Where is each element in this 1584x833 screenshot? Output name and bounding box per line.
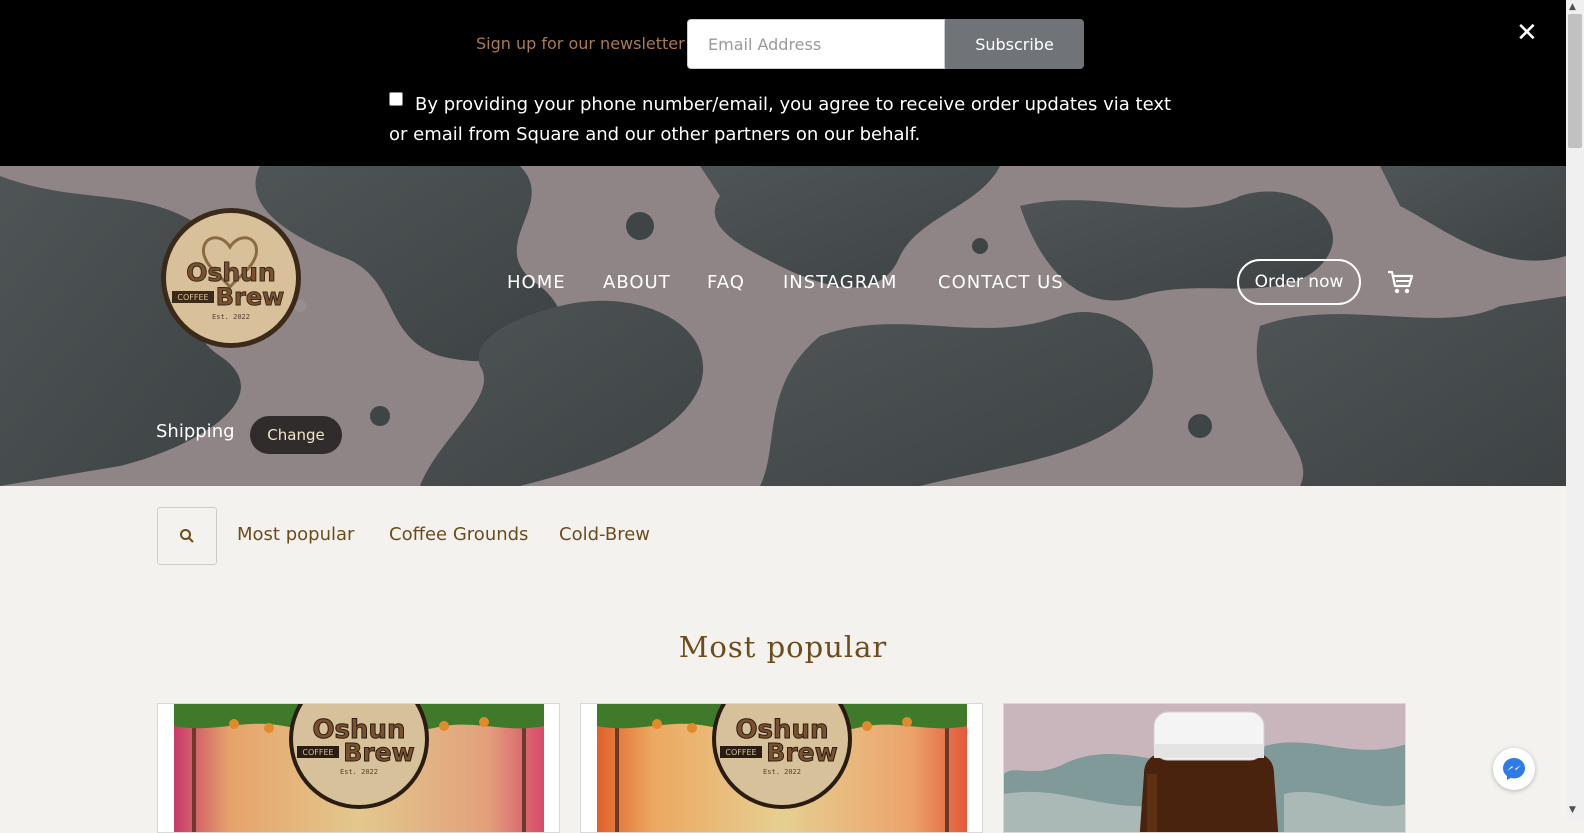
scroll-down-arrow-icon[interactable]: ▼ — [1569, 805, 1576, 815]
svg-text:Est. 2022: Est. 2022 — [763, 768, 801, 776]
svg-text:Est. 2022: Est. 2022 — [340, 768, 378, 776]
category-cold-brew[interactable]: Cold-Brew — [559, 524, 650, 545]
svg-text:COFFEE: COFFEE — [725, 748, 756, 757]
section-title: Most popular — [678, 630, 888, 664]
svg-text:COFFEE: COFFEE — [177, 293, 208, 302]
product-image: Oshun COFFEE Brew Est. 2022 — [597, 704, 967, 832]
svg-text:Est. 2022: Est. 2022 — [212, 313, 250, 321]
newsletter-label: Sign up for our newsletter — [476, 34, 685, 53]
hero-header: Oshun COFFEE Brew Est. 2022 HOME ABOUT F… — [0, 166, 1566, 486]
email-input[interactable] — [687, 19, 945, 69]
brand-logo[interactable]: Oshun COFFEE Brew Est. 2022 — [160, 207, 302, 349]
svg-text:COFFEE: COFFEE — [302, 748, 333, 757]
category-most-popular[interactable]: Most popular — [237, 524, 354, 545]
product-image — [1004, 704, 1405, 832]
subscribe-button[interactable]: Subscribe — [945, 19, 1084, 69]
search-icon — [180, 529, 194, 543]
svg-text:Brew: Brew — [343, 738, 414, 767]
newsletter-bar: Sign up for our newsletter Subscribe By … — [0, 0, 1566, 166]
scroll-up-arrow-icon[interactable]: ▲ — [1569, 2, 1576, 12]
search-button[interactable] — [157, 507, 217, 565]
consent-text: By providing your phone number/email, yo… — [389, 94, 1172, 145]
close-icon[interactable]: ✕ — [1516, 18, 1538, 48]
nav-about[interactable]: ABOUT — [603, 272, 671, 293]
nav-home[interactable]: HOME — [507, 272, 566, 293]
messenger-icon — [1503, 758, 1525, 780]
scrollbar-thumb[interactable] — [1568, 14, 1582, 148]
product-image: Oshun COFFEE Brew Est. 2022 — [174, 704, 544, 832]
product-card[interactable] — [1003, 703, 1406, 833]
nav-faq[interactable]: FAQ — [707, 272, 745, 293]
product-card[interactable]: Oshun COFFEE Brew Est. 2022 — [157, 703, 560, 833]
product-card[interactable]: Oshun COFFEE Brew Est. 2022 — [580, 703, 983, 833]
consent-checkbox[interactable] — [389, 92, 403, 106]
nav-contact-us[interactable]: CONTACT US — [938, 272, 1064, 293]
shipping-label: Shipping — [156, 421, 235, 442]
svg-text:Brew: Brew — [766, 738, 837, 767]
messenger-button[interactable] — [1493, 748, 1535, 790]
category-coffee-grounds[interactable]: Coffee Grounds — [389, 524, 528, 545]
svg-text:Brew: Brew — [216, 283, 285, 311]
cart-icon[interactable] — [1385, 267, 1415, 297]
nav-instagram[interactable]: INSTAGRAM — [783, 272, 897, 293]
change-shipping-button[interactable]: Change — [250, 416, 342, 454]
order-now-button[interactable]: Order now — [1237, 259, 1361, 305]
